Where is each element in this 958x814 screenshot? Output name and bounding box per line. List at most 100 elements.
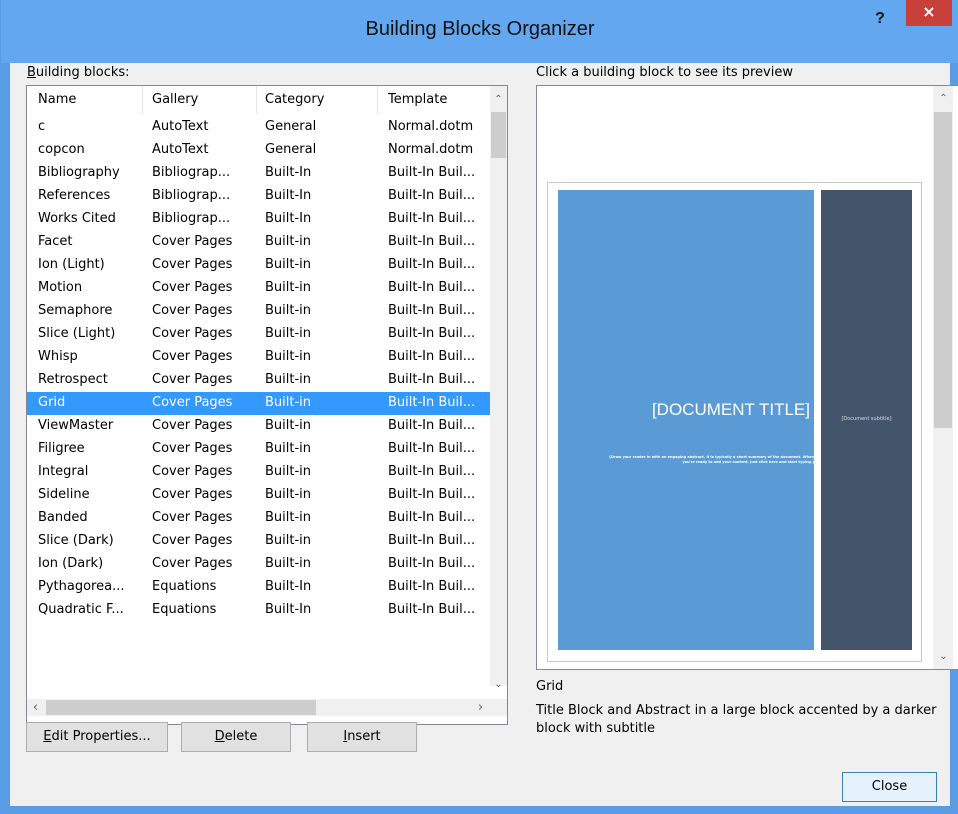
cell-template: Built-In Buil... [388,441,476,456]
cell-gallery: Bibliograp... [152,211,231,226]
scroll-right-icon[interactable]: › [472,699,489,716]
table-row[interactable]: Slice (Light) Cover Pages Built-in Built-In… [27,323,490,346]
window-close-button[interactable]: × [906,0,952,26]
cell-name: Works Cited [38,211,116,226]
title-bar[interactable]: Building Blocks Organizer ? × [1,0,958,63]
cell-template: Built-In Buil... [388,326,476,341]
cell-category: Built-in [265,464,312,479]
cell-name: ViewMaster [38,418,114,433]
column-header-gallery[interactable]: Gallery [152,92,198,107]
cell-template: Built-In Buil... [388,280,476,295]
table-row[interactable]: Integral Cover Pages Built-in Built-In Buil… [27,461,490,484]
table-row[interactable]: Filigree Cover Pages Built-in Built-In Buil… [27,438,490,461]
scroll-up-icon[interactable]: ⌃ [490,91,507,108]
table-row[interactable]: Semaphore Cover Pages Built-in Built-In Bui… [27,300,490,323]
document-title-placeholder: [DOCUMENT TITLE] [651,400,810,419]
column-header-template[interactable]: Template [388,92,447,107]
preview-vertical-scrollbar[interactable]: ⌃ ⌄ [933,86,953,669]
list-horizontal-scrollbar[interactable]: ‹ › [27,699,490,716]
cell-name: Motion [38,280,83,295]
cell-template: Built-In Buil... [388,602,476,617]
cell-name: Slice (Dark) [38,533,114,548]
table-row[interactable]: Quadratic F... Equations Built-In Built-In … [27,599,490,622]
preview-scroll-up-icon[interactable]: ⌃ [935,90,952,107]
cell-gallery: Cover Pages [152,464,233,479]
list-vertical-scroll-thumb[interactable] [491,112,506,158]
dialog-window: Building Blocks Organizer ? × Building b… [0,0,958,814]
table-row[interactable]: Whisp Cover Pages Built-in Built-In Buil... [27,346,490,369]
preview-pane: [DOCUMENT TITLE] [Draw your reader in wi… [536,85,958,670]
cell-template: Built-In Buil... [388,487,476,502]
cell-gallery: Cover Pages [152,280,233,295]
table-row[interactable]: Works Cited Bibliograp... Built-In Built-In… [27,208,490,231]
insert-button[interactable]: Insert [307,722,417,752]
column-divider[interactable] [377,86,378,114]
cell-gallery: Cover Pages [152,372,233,387]
list-horizontal-scroll-thumb[interactable] [46,700,316,715]
cell-name: Filigree [38,441,85,456]
cell-category: Built-in [265,349,312,364]
preview-scroll-thumb[interactable] [934,112,952,428]
cell-gallery: AutoText [152,119,209,134]
cell-template: Built-In Buil... [388,556,476,571]
close-button[interactable]: Close [842,772,937,802]
table-row[interactable]: Pythagorea... Equations Built-In Built-In B… [27,576,490,599]
cell-gallery: Cover Pages [152,349,233,364]
column-divider[interactable] [142,86,143,114]
table-row[interactable]: Sideline Cover Pages Built-in Built-In Buil… [27,484,490,507]
edit-properties-button[interactable]: Edit Properties... [26,722,168,752]
table-row[interactable]: Ion (Dark) Cover Pages Built-in Built-In Bu… [27,553,490,576]
preview-block-name: Grid [536,679,564,694]
table-row[interactable]: copcon AutoText General Normal.dotm [27,139,490,162]
cell-gallery: Cover Pages [152,533,233,548]
cell-category: Built-in [265,234,312,249]
cell-gallery: Cover Pages [152,257,233,272]
cell-name: Grid [38,395,66,410]
table-row[interactable]: Bibliography Bibliograp... Built-In Built-I… [27,162,490,185]
table-row[interactable]: Banded Cover Pages Built-in Built-In Buil..… [27,507,490,530]
help-button[interactable]: ? [863,8,897,34]
window-title: Building Blocks Organizer [365,18,595,40]
cell-template: Built-In Buil... [388,165,476,180]
table-row[interactable]: Motion Cover Pages Built-in Built-In Buil..… [27,277,490,300]
cell-category: Built-in [265,487,312,502]
cell-name: copcon [38,142,85,157]
table-row[interactable]: Ion (Light) Cover Pages Built-in Built-In B… [27,254,490,277]
cell-template: Normal.dotm [388,142,474,157]
delete-button[interactable]: Delete [181,722,291,752]
preview-scroll-down-icon[interactable]: ⌄ [935,648,952,665]
table-row[interactable]: Retrospect Cover Pages Built-in Built-In Bu… [27,369,490,392]
column-header-category[interactable]: Category [265,92,324,107]
cell-template: Built-In Buil... [388,533,476,548]
building-blocks-list[interactable]: Name Gallery Category Template c AutoText… [26,85,508,725]
scroll-left-icon[interactable]: ‹ [27,699,44,716]
cell-gallery: Cover Pages [152,234,233,249]
table-row[interactable]: ViewMaster Cover Pages Built-in Built-In Bu… [27,415,490,438]
cell-name: c [38,119,46,134]
table-row[interactable]: References Bibliograp... Built-In Built-In … [27,185,490,208]
scrollbar-corner [490,699,507,716]
table-row[interactable]: Facet Cover Pages Built-in Built-In Buil... [27,231,490,254]
table-row[interactable]: Slice (Dark) Cover Pages Built-in Built-In … [27,530,490,553]
cell-gallery: Cover Pages [152,326,233,341]
list-vertical-scrollbar[interactable]: ⌃ ⌄ [490,86,507,690]
column-header-name[interactable]: Name [38,92,76,107]
scroll-down-icon[interactable]: ⌄ [490,676,507,693]
cell-category: Built-In [265,579,312,594]
table-row[interactable]: c AutoText General Normal.dotm [27,116,490,139]
document-abstract-placeholder: [Draw your reader in with an engaging ab… [609,455,814,464]
cell-name: Bibliography [38,165,120,180]
cell-category: Built-in [265,418,312,433]
cell-category: Built-In [265,211,312,226]
cell-category: Built-In [265,602,312,617]
table-row[interactable]: Grid Cover Pages Built-in Built-In Buil... [27,392,490,415]
dialog-body: Building blocks: Click a building block … [10,63,958,806]
cell-gallery: Equations [152,579,217,594]
cell-template: Built-In Buil... [388,579,476,594]
cell-gallery: AutoText [152,142,209,157]
building-blocks-label: Building blocks: [27,65,130,80]
cell-category: Built-In [265,165,312,180]
cell-template: Built-In Buil... [388,234,476,249]
cell-category: Built-in [265,533,312,548]
column-divider[interactable] [256,86,257,114]
